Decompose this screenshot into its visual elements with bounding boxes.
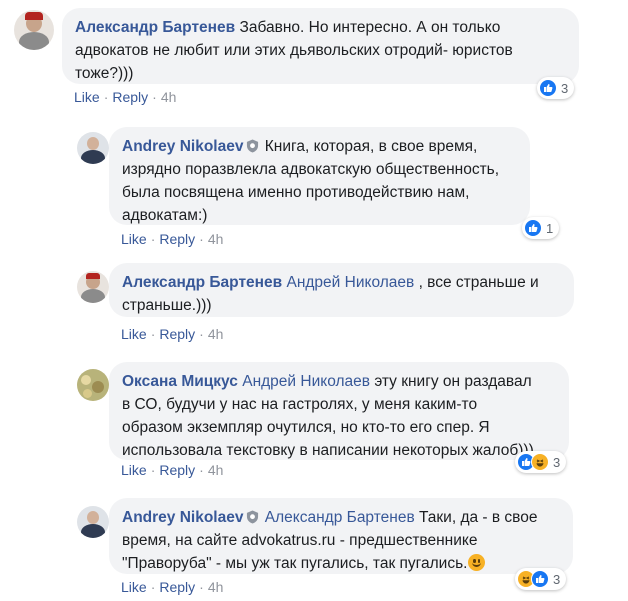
like-link[interactable]: Like	[74, 89, 100, 105]
avatar[interactable]	[77, 506, 109, 538]
reply-link[interactable]: Reply	[112, 89, 148, 105]
comment-text-line: была посвящена именно противодействию на…	[122, 184, 470, 201]
haha-icon	[531, 453, 549, 471]
like-icon	[524, 219, 542, 237]
comment-actions: Like · Reply · 4h	[121, 326, 224, 342]
timestamp[interactable]: 4h	[208, 326, 224, 342]
avatar[interactable]	[77, 132, 109, 164]
comment-actions: Like · Reply · 4h	[121, 462, 224, 478]
reply-link[interactable]: Reply	[159, 579, 195, 595]
reaction-summary[interactable]: 3	[515, 568, 567, 590]
timestamp[interactable]: 4h	[208, 231, 224, 247]
comment-2: Andrey Nikolaev Книга, которая, в свое в…	[0, 120, 628, 250]
comment-5: Andrey Nikolaev Александр Бартенев Таки,…	[0, 492, 628, 601]
comment-bubble: Andrey Nikolaev Александр Бартенев Таки,…	[109, 498, 573, 574]
comment-text-line: эту книгу он раздавал	[374, 373, 532, 390]
author-name[interactable]: Оксана Мицкус	[122, 373, 238, 390]
comment-3: Александр Бартенев Андрей Николаев , все…	[0, 258, 628, 353]
comment-text-line: в СО, будучи у нас на гастролях, у меня …	[122, 396, 478, 413]
reaction-summary[interactable]: 3	[537, 77, 575, 99]
mention-link[interactable]: Андрей Николаев	[242, 373, 370, 390]
author-name[interactable]: Александр Бартенев	[122, 274, 282, 291]
timestamp[interactable]: 4h	[208, 462, 224, 478]
reaction-count: 3	[553, 454, 561, 470]
like-link[interactable]: Like	[121, 231, 147, 247]
comment-text-line: "Праворуба" - мы уж так пугались, так пу…	[122, 555, 468, 572]
comment-text-line: изрядно поразвлекла адвокатскую обществе…	[122, 161, 500, 178]
reaction-count: 3	[553, 571, 561, 587]
reaction-count: 1	[546, 220, 554, 236]
like-link[interactable]: Like	[121, 462, 147, 478]
shield-badge-icon	[247, 139, 259, 153]
comment-bubble: Александр Бартенев Андрей Николаев , все…	[109, 263, 574, 317]
comment-bubble: Александр Бартенев Забавно. Но интересно…	[62, 8, 579, 84]
comment-text-line: время, на сайте advokatrus.ru - предшест…	[122, 532, 478, 549]
comment-4: Оксана Мицкус Андрей Николаев эту книгу …	[0, 362, 628, 487]
comment-text-line: страньше.)))	[122, 297, 212, 314]
avatar[interactable]	[77, 271, 109, 303]
comment-actions: Like · Reply · 4h	[121, 231, 224, 247]
timestamp[interactable]: 4h	[161, 89, 177, 105]
avatar[interactable]	[77, 369, 109, 401]
timestamp[interactable]: 4h	[208, 579, 224, 595]
comment-text-line: использовала текстовку в написании некот…	[122, 442, 534, 459]
comment-actions: Like · Reply · 4h	[74, 89, 177, 105]
author-name[interactable]: Andrey Nikolaev	[122, 509, 243, 526]
author-name[interactable]: Александр Бартенев	[75, 19, 235, 36]
comment-text-line: образом экземпляр очутился, но кто-то ег…	[122, 419, 490, 436]
comment-actions: Like · Reply · 4h	[121, 579, 224, 595]
reply-link[interactable]: Reply	[159, 231, 195, 247]
like-link[interactable]: Like	[121, 579, 147, 595]
avatar[interactable]	[14, 10, 54, 50]
comment-text-line: тоже?)))	[75, 65, 134, 82]
comment-text-line: адвокатам:)	[122, 207, 208, 224]
comment-text-line: Забавно. Но интересно. А он только	[239, 19, 501, 36]
smile-emoji	[468, 554, 486, 571]
shield-badge-icon	[247, 510, 259, 524]
comment-text-line: Таки, да - в свое	[419, 509, 538, 526]
comment-bubble: Оксана Мицкус Андрей Николаев эту книгу …	[109, 362, 569, 460]
reaction-summary[interactable]: 3	[515, 451, 567, 473]
reply-link[interactable]: Reply	[159, 326, 195, 342]
comment-text-line: адвокатов не любит или этих дьявольских …	[75, 42, 513, 59]
mention-link[interactable]: Андрей Николаев	[286, 274, 414, 291]
reply-link[interactable]: Reply	[159, 462, 195, 478]
comment-bubble: Andrey Nikolaev Книга, которая, в свое в…	[109, 127, 530, 225]
like-link[interactable]: Like	[121, 326, 147, 342]
author-name[interactable]: Andrey Nikolaev	[122, 138, 243, 155]
reaction-count: 3	[561, 80, 569, 96]
like-icon	[539, 79, 557, 97]
reaction-summary[interactable]: 1	[522, 217, 560, 239]
mention-link[interactable]: Александр Бартенев	[265, 509, 415, 526]
comment-1: Александр Бартенев Забавно. Но интересно…	[0, 0, 628, 110]
comment-text-line: , все страньше и	[418, 274, 539, 291]
like-icon	[531, 570, 549, 588]
comment-text-line: Книга, которая, в свое время,	[264, 138, 478, 155]
